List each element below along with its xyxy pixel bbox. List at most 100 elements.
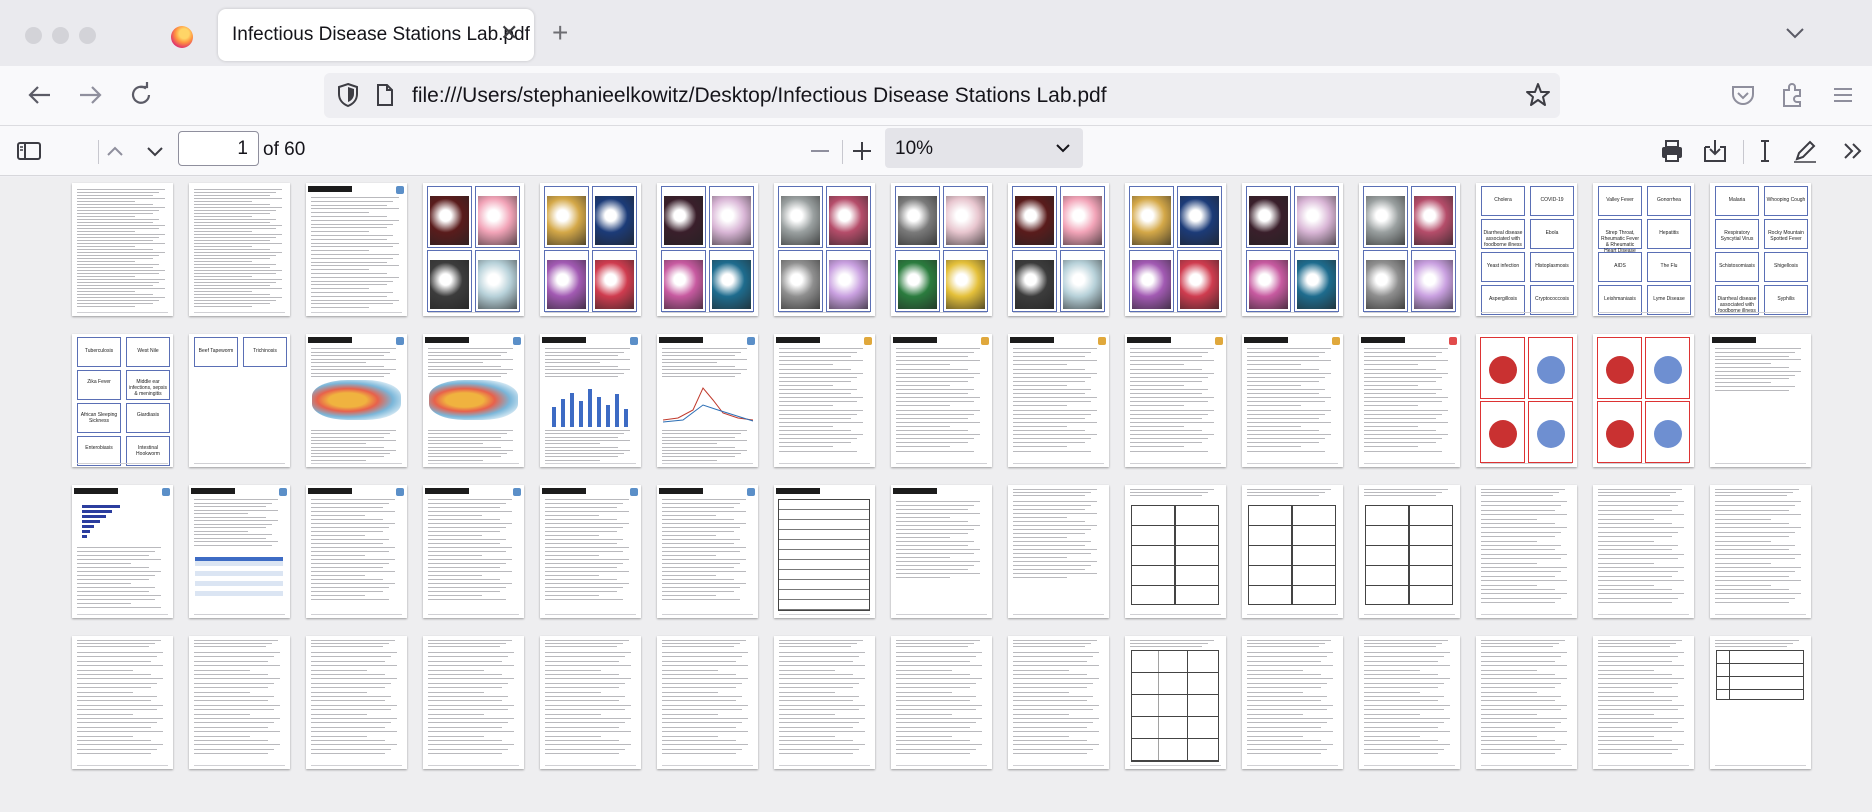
page-thumbnail[interactable] <box>1125 334 1226 467</box>
pdf-thumbnail-viewer[interactable]: Cholera COVID-19 Diarrheal disease associa… <box>0 177 1872 812</box>
save-download-icon[interactable] <box>1700 136 1730 166</box>
page-thumbnail[interactable] <box>774 334 875 467</box>
new-tab-button[interactable]: + <box>552 19 568 47</box>
page-thumbnail[interactable] <box>1242 183 1343 316</box>
page-thumbnail[interactable] <box>891 334 992 467</box>
page-thumbnail[interactable] <box>1008 334 1109 467</box>
page-thumbnail[interactable] <box>1125 183 1226 316</box>
page-thumbnail[interactable] <box>1710 636 1811 769</box>
page-number-input[interactable] <box>178 131 259 166</box>
page-thumbnail[interactable] <box>423 334 524 467</box>
bookmark-star-icon[interactable] <box>1524 81 1552 109</box>
page-thumbnail[interactable] <box>423 636 524 769</box>
page-info-icon[interactable] <box>370 81 398 109</box>
page-thumbnail[interactable] <box>540 636 641 769</box>
tracking-protection-shield-icon[interactable] <box>334 81 362 109</box>
page-thumbnail[interactable] <box>72 636 173 769</box>
zoom-in-icon[interactable] <box>847 136 877 166</box>
page-thumbnail[interactable] <box>1242 636 1343 769</box>
zoom-select[interactable]: 10% <box>885 128 1083 168</box>
sidebar-toggle-icon[interactable] <box>14 136 44 166</box>
page-thumbnail[interactable] <box>423 183 524 316</box>
draw-pen-icon[interactable] <box>1790 136 1820 166</box>
page-thumbnail[interactable] <box>1242 334 1343 467</box>
page-thumbnail[interactable] <box>1008 636 1109 769</box>
page-thumbnail[interactable] <box>774 183 875 316</box>
page-thumbnail[interactable] <box>1593 485 1694 618</box>
page-thumbnail[interactable] <box>1593 636 1694 769</box>
page-thumbnail[interactable]: Beef Tapeworm Trichinosis <box>189 334 290 467</box>
page-footer <box>1364 614 1455 615</box>
page-thumbnail[interactable] <box>657 183 758 316</box>
url-text[interactable]: file:///Users/stephanieelkowitz/Desktop/… <box>412 84 1107 108</box>
page-thumbnail[interactable] <box>72 183 173 316</box>
more-tools-chevrons-icon[interactable] <box>1838 136 1868 166</box>
page-thumbnail[interactable] <box>189 183 290 316</box>
text-cursor-icon[interactable] <box>1750 136 1780 166</box>
reload-icon[interactable] <box>126 80 156 110</box>
app-menu-icon[interactable] <box>1828 80 1858 110</box>
page-footer <box>1598 312 1689 313</box>
print-icon[interactable] <box>1657 136 1687 166</box>
tab-list-chevron-icon[interactable] <box>1782 20 1808 46</box>
page-thumbnail[interactable] <box>657 636 758 769</box>
zoom-out-icon[interactable] <box>805 136 835 166</box>
page-thumbnail[interactable] <box>72 485 173 618</box>
page-thumbnail[interactable] <box>891 485 992 618</box>
page-footer <box>1130 765 1221 766</box>
previous-page-chevron-icon[interactable] <box>100 136 130 166</box>
page-thumbnail[interactable] <box>1476 636 1577 769</box>
address-bar[interactable]: file:///Users/stephanieelkowitz/Desktop/… <box>324 73 1560 118</box>
page-thumbnail[interactable] <box>1242 485 1343 618</box>
close-tab-icon[interactable]: ✕ <box>500 20 518 46</box>
page-thumbnail[interactable] <box>1476 334 1577 467</box>
page-thumbnail[interactable] <box>306 485 407 618</box>
page-thumbnail[interactable] <box>306 636 407 769</box>
zoom-window-button[interactable] <box>79 27 96 44</box>
page-footer <box>1481 765 1572 766</box>
pocket-icon[interactable] <box>1728 80 1758 110</box>
page-thumbnail[interactable] <box>1710 334 1811 467</box>
next-page-chevron-icon[interactable] <box>140 136 170 166</box>
page-footer <box>194 765 285 766</box>
extensions-puzzle-icon[interactable] <box>1778 80 1808 110</box>
page-thumbnail[interactable] <box>540 485 641 618</box>
page-thumbnail[interactable] <box>540 334 641 467</box>
minimize-window-button[interactable] <box>52 27 69 44</box>
tab-pdf[interactable]: Infectious Disease Stations Lab.pdf ✕ <box>218 9 534 61</box>
page-thumbnail[interactable]: Cholera COVID-19 Diarrheal disease associa… <box>1476 183 1577 316</box>
tab-title: Infectious Disease Stations Lab.pdf <box>232 24 530 45</box>
page-thumbnail[interactable] <box>1593 334 1694 467</box>
page-thumbnail[interactable] <box>1476 485 1577 618</box>
page-thumbnail[interactable] <box>189 485 290 618</box>
page-thumbnail[interactable] <box>774 485 875 618</box>
page-thumbnail[interactable] <box>1008 485 1109 618</box>
page-thumbnail[interactable] <box>1125 485 1226 618</box>
page-thumbnail[interactable] <box>306 334 407 467</box>
page-thumbnail[interactable] <box>774 636 875 769</box>
page-thumbnail[interactable] <box>1359 636 1460 769</box>
forward-arrow-icon[interactable] <box>75 80 105 110</box>
page-thumbnail[interactable] <box>1008 183 1109 316</box>
page-thumbnail[interactable] <box>657 334 758 467</box>
page-thumbnail[interactable] <box>189 636 290 769</box>
page-thumbnail[interactable] <box>1125 636 1226 769</box>
page-footer <box>1481 463 1572 464</box>
page-thumbnail[interactable] <box>891 636 992 769</box>
close-window-button[interactable] <box>25 27 42 44</box>
back-arrow-icon[interactable] <box>25 80 55 110</box>
page-thumbnail[interactable] <box>891 183 992 316</box>
page-thumbnail[interactable] <box>1359 334 1460 467</box>
page-thumbnail[interactable] <box>423 485 524 618</box>
page-thumbnail[interactable]: Malaria Whooping Cough Respiratory Syncyti… <box>1710 183 1811 316</box>
page-thumbnail[interactable] <box>1359 485 1460 618</box>
page-footer <box>779 614 870 615</box>
page-thumbnail[interactable] <box>657 485 758 618</box>
page-thumbnail[interactable] <box>540 183 641 316</box>
firefox-view-icon[interactable] <box>171 26 193 48</box>
page-thumbnail[interactable] <box>1710 485 1811 618</box>
page-thumbnail[interactable] <box>1359 183 1460 316</box>
page-thumbnail[interactable]: Tuberculosis West Nile Zika Fever Middle ea… <box>72 334 173 467</box>
page-thumbnail[interactable]: Valley Fever Gonorrhea Strep Throat, Rheum… <box>1593 183 1694 316</box>
page-thumbnail[interactable] <box>306 183 407 316</box>
